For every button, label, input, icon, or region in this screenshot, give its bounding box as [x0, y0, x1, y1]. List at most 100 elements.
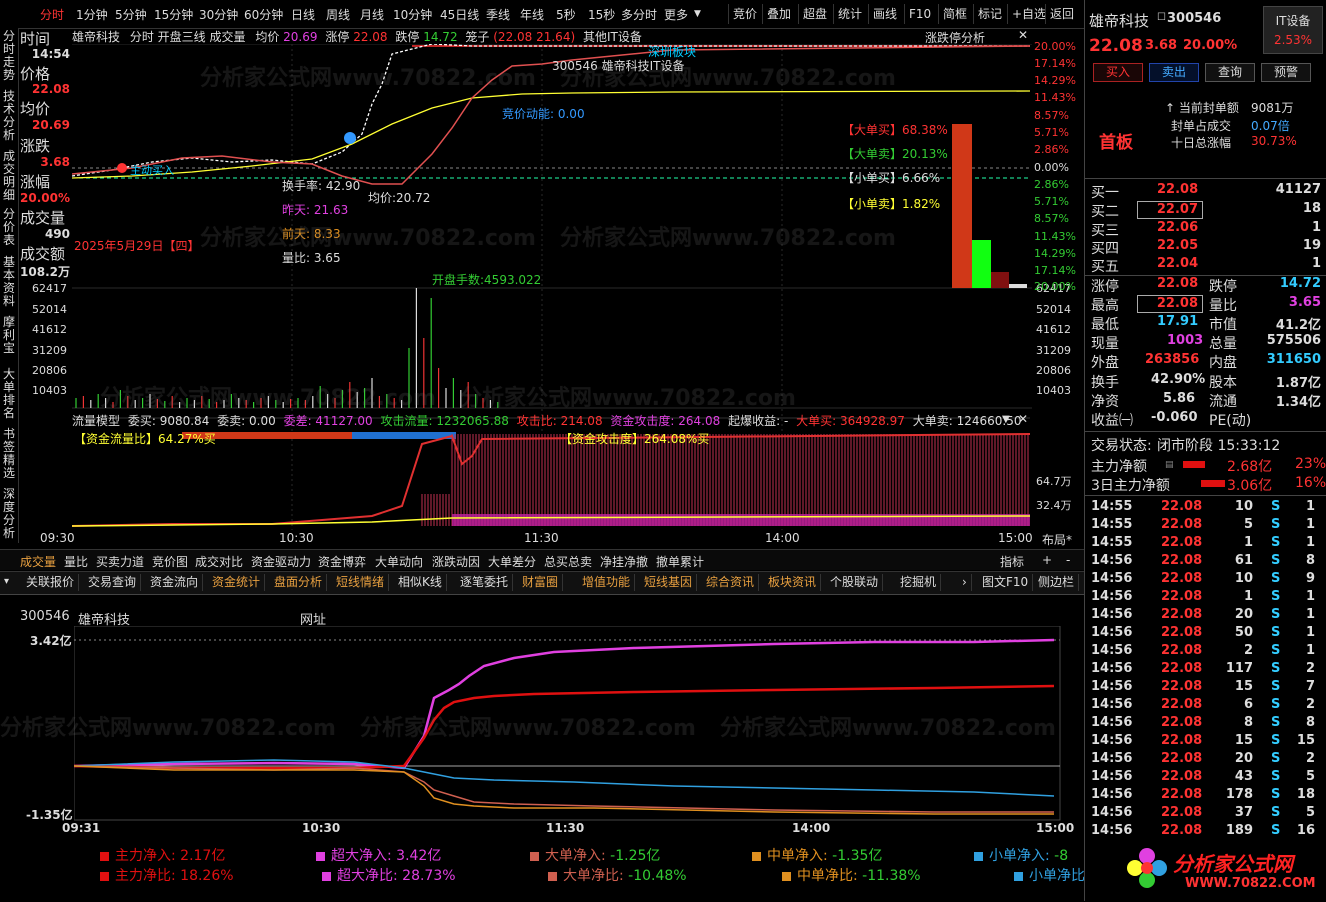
close-icon[interactable]: ✕ [1018, 412, 1028, 426]
tab-related-quote[interactable]: 关联报价 [22, 574, 80, 591]
alert-button[interactable]: 预警 [1261, 63, 1311, 82]
chevron-down-icon[interactable]: ▼ [1002, 414, 1010, 425]
legend-big-net: 大单净入: -1.25亿 [530, 845, 660, 865]
f10-button[interactable]: F10 [904, 4, 935, 24]
bid-row-5[interactable]: 买五 22.04 1 [1091, 256, 1321, 275]
period-60min[interactable]: 60分钟 [244, 6, 283, 23]
tab-big-diff[interactable]: 大单差分 [488, 553, 536, 570]
super-button[interactable]: 超盘 [798, 4, 831, 24]
chevron-right-icon[interactable]: › [958, 574, 972, 591]
tab-sector-news[interactable]: 板块资讯 [764, 574, 822, 591]
pct-axis-label: 11.43% [1034, 91, 1076, 104]
vtab-tech[interactable]: 技术分析 [1, 90, 17, 142]
pct-axis-label: 8.57% [1034, 212, 1069, 225]
tab-linkage[interactable]: 个股联动 [826, 574, 884, 591]
period-5sec[interactable]: 5秒 [556, 6, 576, 23]
period-45day[interactable]: 45日线 [440, 6, 479, 23]
vtab-bookmark[interactable]: 书签精选 [1, 428, 17, 480]
period-fenshi[interactable]: 分时 [40, 6, 64, 23]
period-30min[interactable]: 30分钟 [199, 6, 238, 23]
tab-wealth[interactable]: 财富圈 [518, 574, 564, 591]
mark-button[interactable]: 标记 [973, 4, 1006, 24]
tab-sentiment[interactable]: 短线情绪 [332, 574, 390, 591]
pct-axis-label: 5.71% [1034, 126, 1069, 139]
flow-axis-label: 64.7万 [1036, 475, 1072, 488]
tab-cause[interactable]: 涨跌动因 [432, 553, 480, 570]
tab-market-analysis[interactable]: 盘面分析 [270, 574, 328, 591]
remove-button[interactable]: - [1066, 553, 1070, 567]
period-month[interactable]: 月线 [360, 6, 384, 23]
tab-volume[interactable]: 成交量 [20, 553, 56, 570]
layout-button[interactable]: 布局* [1042, 531, 1072, 548]
draw-button[interactable]: 画线 [868, 4, 901, 24]
tick-cell-p: 22.08 [1161, 625, 1203, 640]
tab-trade-query[interactable]: 交易查询 [84, 574, 142, 591]
concept-label[interactable]: 其他IT设备 [583, 30, 642, 44]
period-week[interactable]: 周线 [326, 6, 350, 23]
tab-auction-chart[interactable]: 竞价图 [152, 553, 188, 570]
vtab-basic[interactable]: 基本资料 [1, 256, 17, 308]
chevron-down-icon[interactable]: ▼ [694, 9, 701, 19]
list-icon[interactable]: ▤ [1165, 460, 1174, 470]
overlay-button[interactable]: 叠加 [762, 4, 795, 24]
bid-row-2[interactable]: 买二 22.07 18 [1091, 201, 1321, 220]
add-button[interactable]: + [1042, 553, 1052, 567]
rp-sector-box[interactable]: IT设备 2.53% [1263, 6, 1323, 54]
chevron-down-icon[interactable]: ▾ [4, 576, 9, 587]
tab-net-pend[interactable]: 净挂净撤 [600, 553, 648, 570]
tab-news[interactable]: 综合资讯 [702, 574, 760, 591]
tick-cell-s: S [1271, 823, 1281, 838]
query-button[interactable]: 查询 [1205, 63, 1255, 82]
tick-cell-t: 14:56 [1091, 697, 1133, 712]
vtab-price[interactable]: 分价表 [1, 208, 17, 247]
period-year[interactable]: 年线 [520, 6, 544, 23]
tick-cell-v: 15 [1234, 679, 1253, 694]
period-more[interactable]: 更多 [664, 6, 688, 23]
bid-row-1[interactable]: 买一 22.08 41127 [1091, 182, 1321, 201]
tab-compare[interactable]: 成交对比 [195, 553, 243, 570]
flow-header: 流量模型 委买: 9080.84 委卖: 0.00 委差: 41127.00 攻… [72, 412, 1032, 428]
vtab-detail[interactable]: 成交明细 [1, 150, 17, 202]
bid-row-4[interactable]: 买四 22.05 19 [1091, 238, 1321, 257]
vtab-fenshi[interactable]: 分时走势 [1, 30, 17, 82]
tab-order-by-order[interactable]: 逐笔委托 [456, 574, 514, 591]
period-15sec[interactable]: 15秒 [588, 6, 615, 23]
add-watchlist-button[interactable]: +自选 [1007, 4, 1050, 24]
auction-button[interactable]: 竞价 [728, 4, 761, 24]
tab-capital-drive[interactable]: 资金驱动力 [251, 553, 311, 570]
vtab-deep[interactable]: 深度分析 [1, 488, 17, 540]
period-5min[interactable]: 5分钟 [115, 6, 147, 23]
period-1min[interactable]: 1分钟 [76, 6, 108, 23]
tab-total[interactable]: 总买总卖 [544, 553, 592, 570]
tab-volratio[interactable]: 量比 [64, 553, 88, 570]
vtab-molibao[interactable]: 摩利宝 [1, 316, 17, 355]
tick-row: 14:56 22.08 189 S 16 [1091, 823, 1319, 841]
tab-gene[interactable]: 短线基因 [640, 574, 698, 591]
back-button[interactable]: 返回 [1045, 4, 1078, 24]
tab-excavator[interactable]: 挖掘机 [896, 574, 942, 591]
period-day[interactable]: 日线 [291, 6, 315, 23]
tab-cancel[interactable]: 撤单累计 [656, 553, 704, 570]
period-15min[interactable]: 15分钟 [154, 6, 193, 23]
close-icon[interactable]: ✕ [1018, 28, 1028, 42]
period-season[interactable]: 季线 [486, 6, 510, 23]
tab-f10[interactable]: 图文F10 [978, 574, 1034, 591]
indicator-button[interactable]: 指标 [1000, 553, 1024, 570]
rp-checkbox-icon[interactable]: ☐ [1157, 12, 1166, 23]
bid-row-3[interactable]: 买三 22.06 1 [1091, 220, 1321, 239]
sell-button[interactable]: 卖出 [1149, 63, 1199, 82]
tab-capital-game[interactable]: 资金博弈 [318, 553, 366, 570]
vtab-bigrank[interactable]: 大单排名 [1, 368, 17, 420]
period-10min[interactable]: 10分钟 [393, 6, 432, 23]
tab-force[interactable]: 买卖力道 [96, 553, 144, 570]
stats-button[interactable]: 统计 [833, 4, 866, 24]
simple-frame-button[interactable]: 简框 [938, 4, 971, 24]
buy-button[interactable]: 买入 [1093, 63, 1143, 82]
tab-big-trend[interactable]: 大单动向 [375, 553, 423, 570]
tab-capital-stats[interactable]: 资金统计 [208, 574, 266, 591]
tab-sidebar[interactable]: 侧边栏 [1034, 574, 1080, 591]
tab-capital-flow[interactable]: 资金流向 [146, 574, 204, 591]
period-multi[interactable]: 多分时 [621, 6, 657, 23]
tab-vas[interactable]: 增值功能 [578, 574, 636, 591]
tab-similar-k[interactable]: 相似K线 [394, 574, 447, 591]
